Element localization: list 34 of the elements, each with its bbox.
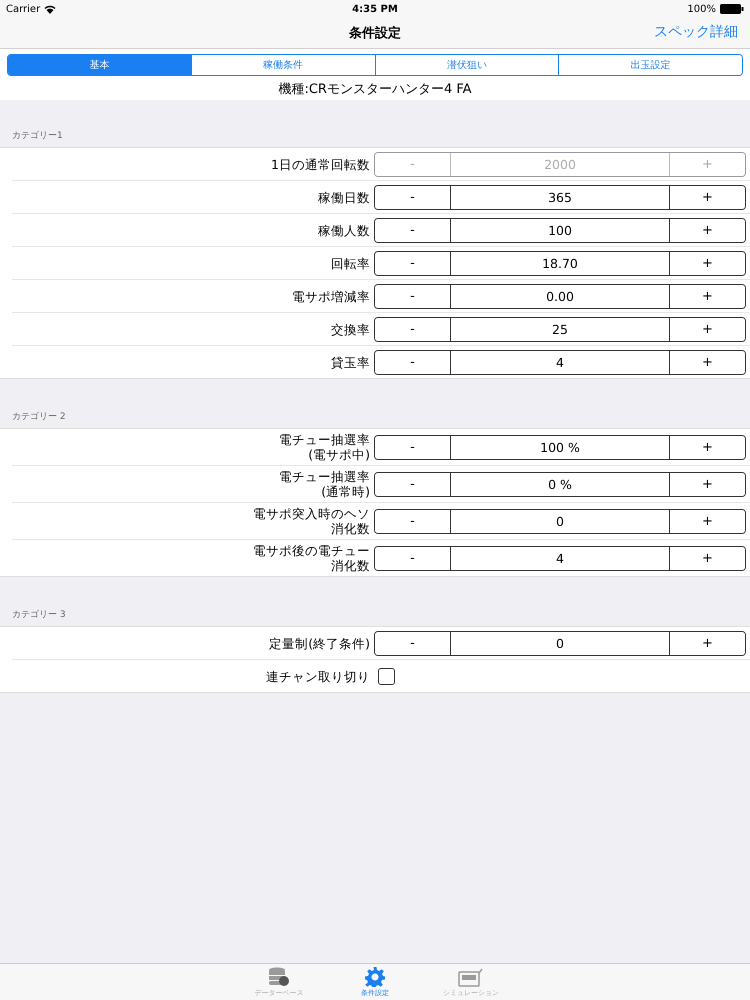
setting-label: 稼働日数 (318, 190, 370, 204)
section-header: カテゴリー 2 (12, 410, 66, 423)
setting-label: 消化数 (331, 558, 370, 573)
model-name: 機種:CRモンスターハンター4 FA (278, 81, 472, 98)
setting-label: 定量制(終了条件) (269, 636, 370, 650)
setting-label: 1日の通常回転数 (271, 156, 370, 172)
setting-label: 交換率 (331, 322, 370, 336)
carrier-label: Carrier (6, 4, 40, 14)
wifi-icon (44, 4, 56, 14)
checkbox[interactable] (378, 668, 395, 684)
database-icon (268, 966, 290, 986)
machine-icon (458, 966, 484, 986)
gear-icon (365, 966, 385, 986)
setting-label: 回転率 (331, 256, 370, 270)
battery-percent: 100% (687, 4, 716, 14)
setting-label: 電チュー抽選率 (279, 469, 370, 484)
segment-tab[interactable]: 基本 (8, 55, 191, 75)
setting-label: 連チャン取り切り (266, 668, 370, 684)
segment-tab[interactable]: 出玉設定 (558, 55, 742, 75)
setting-label: (電サポ中) (308, 447, 370, 462)
section-header: カテゴリー 3 (12, 608, 66, 621)
setting-label: 消化数 (331, 521, 370, 536)
setting-label: 貸玉率 (331, 354, 370, 370)
setting-label: 電チュー抽選率 (279, 432, 370, 447)
setting-label: (通常時) (321, 484, 370, 499)
setting-label: 電サポ突入時のヘソ (253, 506, 370, 521)
clock-time: 4:35 PM (352, 4, 398, 14)
battery-icon (720, 4, 744, 14)
screen-title: 条件設定 (349, 24, 401, 42)
spec-detail-button[interactable]: スペック詳細 (654, 23, 738, 41)
setting-label: 稼働人数 (318, 222, 370, 238)
setting-label: 電サポ後の電チュー (253, 543, 370, 558)
section-header: カテゴリー1 (12, 130, 63, 142)
setting-label: 電サポ増減率 (292, 288, 370, 304)
